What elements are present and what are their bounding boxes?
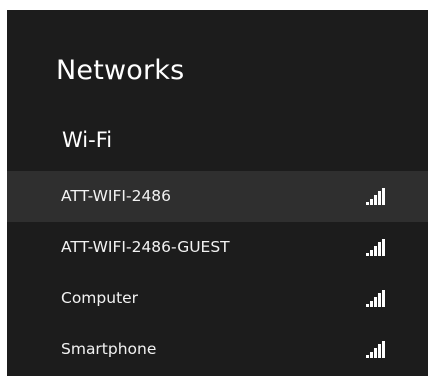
wifi-signal-icon <box>366 290 388 307</box>
network-name: ATT-WIFI-2486-GUEST <box>61 238 230 256</box>
wifi-section-label: Wi-Fi <box>62 128 113 152</box>
panel-title: Networks <box>56 55 185 86</box>
network-name: Smartphone <box>61 340 157 358</box>
network-item-smartphone[interactable]: Smartphone <box>7 324 428 375</box>
network-list: ATT-WIFI-2486 ATT-WIFI-2486-GUEST Comput… <box>7 171 428 375</box>
network-item-att-wifi-2486[interactable]: ATT-WIFI-2486 <box>7 171 428 222</box>
wifi-signal-icon <box>366 188 388 205</box>
network-item-computer[interactable]: Computer <box>7 273 428 324</box>
network-name: ATT-WIFI-2486 <box>61 187 172 205</box>
network-item-att-wifi-2486-guest[interactable]: ATT-WIFI-2486-GUEST <box>7 222 428 273</box>
network-name: Computer <box>61 289 139 307</box>
wifi-signal-icon <box>366 341 388 358</box>
wifi-signal-icon <box>366 239 388 256</box>
networks-panel: Networks Wi-Fi ATT-WIFI-2486 ATT-WIFI-24… <box>7 10 428 376</box>
